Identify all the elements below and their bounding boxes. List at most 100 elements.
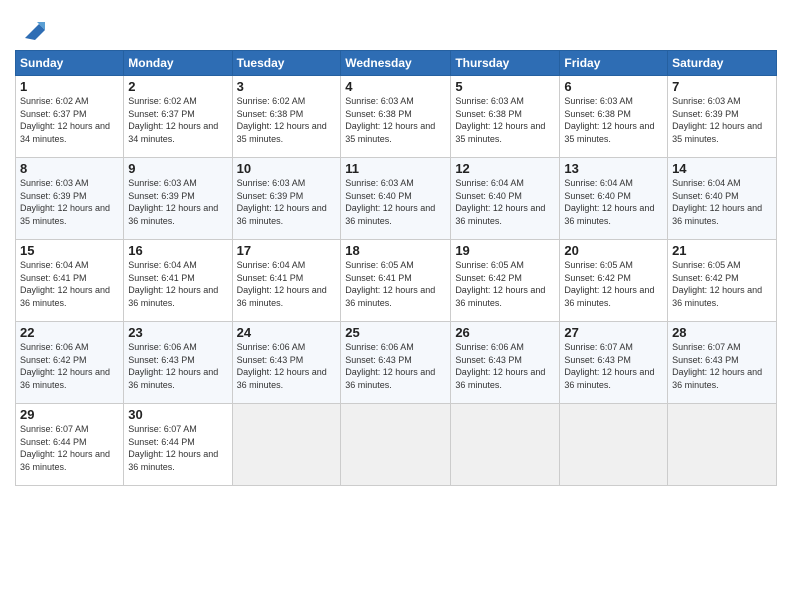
sunset-label: Sunset: 6:38 PM	[564, 109, 631, 119]
calendar-cell	[341, 404, 451, 486]
sunrise-label: Sunrise: 6:05 AM	[345, 260, 414, 270]
sunrise-label: Sunrise: 6:03 AM	[345, 96, 414, 106]
daylight-label: Daylight: 12 hours and 35 minutes.	[564, 121, 654, 144]
daylight-label: Daylight: 12 hours and 36 minutes.	[20, 285, 110, 308]
calendar-cell: 10Sunrise: 6:03 AMSunset: 6:39 PMDayligh…	[232, 158, 341, 240]
sunrise-label: Sunrise: 6:04 AM	[128, 260, 197, 270]
sunset-label: Sunset: 6:38 PM	[345, 109, 412, 119]
sunset-label: Sunset: 6:43 PM	[128, 355, 195, 365]
sunset-label: Sunset: 6:39 PM	[672, 109, 739, 119]
day-number: 30	[128, 407, 227, 422]
sunrise-label: Sunrise: 6:06 AM	[345, 342, 414, 352]
daylight-label: Daylight: 12 hours and 36 minutes.	[455, 285, 545, 308]
day-number: 6	[564, 79, 663, 94]
sunset-label: Sunset: 6:41 PM	[345, 273, 412, 283]
daylight-label: Daylight: 12 hours and 36 minutes.	[345, 203, 435, 226]
day-number: 10	[237, 161, 337, 176]
calendar-week-row: 22Sunrise: 6:06 AMSunset: 6:42 PMDayligh…	[16, 322, 777, 404]
sunset-label: Sunset: 6:44 PM	[20, 437, 87, 447]
sunset-label: Sunset: 6:40 PM	[672, 191, 739, 201]
calendar-cell	[232, 404, 341, 486]
sunrise-label: Sunrise: 6:04 AM	[564, 178, 633, 188]
day-number: 14	[672, 161, 772, 176]
sunset-label: Sunset: 6:43 PM	[345, 355, 412, 365]
day-number: 12	[455, 161, 555, 176]
day-number: 18	[345, 243, 446, 258]
daylight-label: Daylight: 12 hours and 36 minutes.	[672, 367, 762, 390]
sunrise-label: Sunrise: 6:02 AM	[237, 96, 306, 106]
sunset-label: Sunset: 6:40 PM	[345, 191, 412, 201]
calendar-cell: 9Sunrise: 6:03 AMSunset: 6:39 PMDaylight…	[124, 158, 232, 240]
daylight-label: Daylight: 12 hours and 36 minutes.	[564, 203, 654, 226]
calendar-cell: 15Sunrise: 6:04 AMSunset: 6:41 PMDayligh…	[16, 240, 124, 322]
daylight-label: Daylight: 12 hours and 35 minutes.	[237, 121, 327, 144]
daylight-label: Daylight: 12 hours and 36 minutes.	[237, 285, 327, 308]
day-number: 11	[345, 161, 446, 176]
sunrise-label: Sunrise: 6:02 AM	[20, 96, 89, 106]
calendar-cell: 26Sunrise: 6:06 AMSunset: 6:43 PMDayligh…	[451, 322, 560, 404]
calendar-week-row: 15Sunrise: 6:04 AMSunset: 6:41 PMDayligh…	[16, 240, 777, 322]
day-info: Sunrise: 6:04 AMSunset: 6:41 PMDaylight:…	[128, 259, 227, 309]
weekday-header-sunday: Sunday	[16, 51, 124, 76]
sunrise-label: Sunrise: 6:07 AM	[128, 424, 197, 434]
day-number: 9	[128, 161, 227, 176]
daylight-label: Daylight: 12 hours and 34 minutes.	[20, 121, 110, 144]
sunrise-label: Sunrise: 6:03 AM	[20, 178, 89, 188]
sunset-label: Sunset: 6:41 PM	[128, 273, 195, 283]
calendar-cell: 22Sunrise: 6:06 AMSunset: 6:42 PMDayligh…	[16, 322, 124, 404]
sunrise-label: Sunrise: 6:03 AM	[564, 96, 633, 106]
day-number: 28	[672, 325, 772, 340]
calendar-cell: 13Sunrise: 6:04 AMSunset: 6:40 PMDayligh…	[560, 158, 668, 240]
sunset-label: Sunset: 6:41 PM	[237, 273, 304, 283]
weekday-header-wednesday: Wednesday	[341, 51, 451, 76]
calendar-cell: 27Sunrise: 6:07 AMSunset: 6:43 PMDayligh…	[560, 322, 668, 404]
sunset-label: Sunset: 6:40 PM	[564, 191, 631, 201]
sunset-label: Sunset: 6:43 PM	[564, 355, 631, 365]
sunset-label: Sunset: 6:42 PM	[672, 273, 739, 283]
day-info: Sunrise: 6:06 AMSunset: 6:43 PMDaylight:…	[455, 341, 555, 391]
sunset-label: Sunset: 6:42 PM	[455, 273, 522, 283]
day-info: Sunrise: 6:07 AMSunset: 6:43 PMDaylight:…	[672, 341, 772, 391]
daylight-label: Daylight: 12 hours and 36 minutes.	[345, 285, 435, 308]
daylight-label: Daylight: 12 hours and 36 minutes.	[20, 449, 110, 472]
sunset-label: Sunset: 6:43 PM	[672, 355, 739, 365]
day-number: 25	[345, 325, 446, 340]
daylight-label: Daylight: 12 hours and 36 minutes.	[128, 449, 218, 472]
day-number: 3	[237, 79, 337, 94]
sunset-label: Sunset: 6:39 PM	[128, 191, 195, 201]
daylight-label: Daylight: 12 hours and 35 minutes.	[345, 121, 435, 144]
sunrise-label: Sunrise: 6:03 AM	[237, 178, 306, 188]
sunrise-label: Sunrise: 6:07 AM	[20, 424, 89, 434]
day-info: Sunrise: 6:06 AMSunset: 6:43 PMDaylight:…	[237, 341, 337, 391]
calendar-cell: 7Sunrise: 6:03 AMSunset: 6:39 PMDaylight…	[668, 76, 777, 158]
sunset-label: Sunset: 6:40 PM	[455, 191, 522, 201]
day-info: Sunrise: 6:04 AMSunset: 6:41 PMDaylight:…	[20, 259, 119, 309]
calendar-cell: 11Sunrise: 6:03 AMSunset: 6:40 PMDayligh…	[341, 158, 451, 240]
day-info: Sunrise: 6:03 AMSunset: 6:38 PMDaylight:…	[455, 95, 555, 145]
calendar-cell: 20Sunrise: 6:05 AMSunset: 6:42 PMDayligh…	[560, 240, 668, 322]
day-number: 26	[455, 325, 555, 340]
day-info: Sunrise: 6:03 AMSunset: 6:39 PMDaylight:…	[20, 177, 119, 227]
daylight-label: Daylight: 12 hours and 36 minutes.	[128, 367, 218, 390]
daylight-label: Daylight: 12 hours and 36 minutes.	[564, 285, 654, 308]
calendar-week-row: 1Sunrise: 6:02 AMSunset: 6:37 PMDaylight…	[16, 76, 777, 158]
page: SundayMondayTuesdayWednesdayThursdayFrid…	[0, 0, 792, 612]
day-info: Sunrise: 6:05 AMSunset: 6:42 PMDaylight:…	[672, 259, 772, 309]
day-number: 7	[672, 79, 772, 94]
day-info: Sunrise: 6:02 AM Sunset: 6:37 PM Daylight:…	[20, 95, 119, 145]
calendar-header-row: SundayMondayTuesdayWednesdayThursdayFrid…	[16, 51, 777, 76]
sunset-label: Sunset: 6:39 PM	[20, 191, 87, 201]
day-info: Sunrise: 6:05 AMSunset: 6:42 PMDaylight:…	[564, 259, 663, 309]
daylight-label: Daylight: 12 hours and 36 minutes.	[237, 367, 327, 390]
calendar-cell: 25Sunrise: 6:06 AMSunset: 6:43 PMDayligh…	[341, 322, 451, 404]
day-info: Sunrise: 6:07 AMSunset: 6:43 PMDaylight:…	[564, 341, 663, 391]
sunset-label: Sunset: 6:41 PM	[20, 273, 87, 283]
sunrise-label: Sunrise: 6:03 AM	[455, 96, 524, 106]
sunrise-label: Sunrise: 6:02 AM	[128, 96, 197, 106]
day-info: Sunrise: 6:07 AM Sunset: 6:44 PM Daylight:…	[20, 423, 119, 473]
day-info: Sunrise: 6:04 AMSunset: 6:41 PMDaylight:…	[237, 259, 337, 309]
day-info: Sunrise: 6:04 AMSunset: 6:40 PMDaylight:…	[672, 177, 772, 227]
sunset-label: Sunset: 6:37 PM	[20, 109, 87, 119]
day-number: 5	[455, 79, 555, 94]
day-info: Sunrise: 6:03 AMSunset: 6:39 PMDaylight:…	[128, 177, 227, 227]
